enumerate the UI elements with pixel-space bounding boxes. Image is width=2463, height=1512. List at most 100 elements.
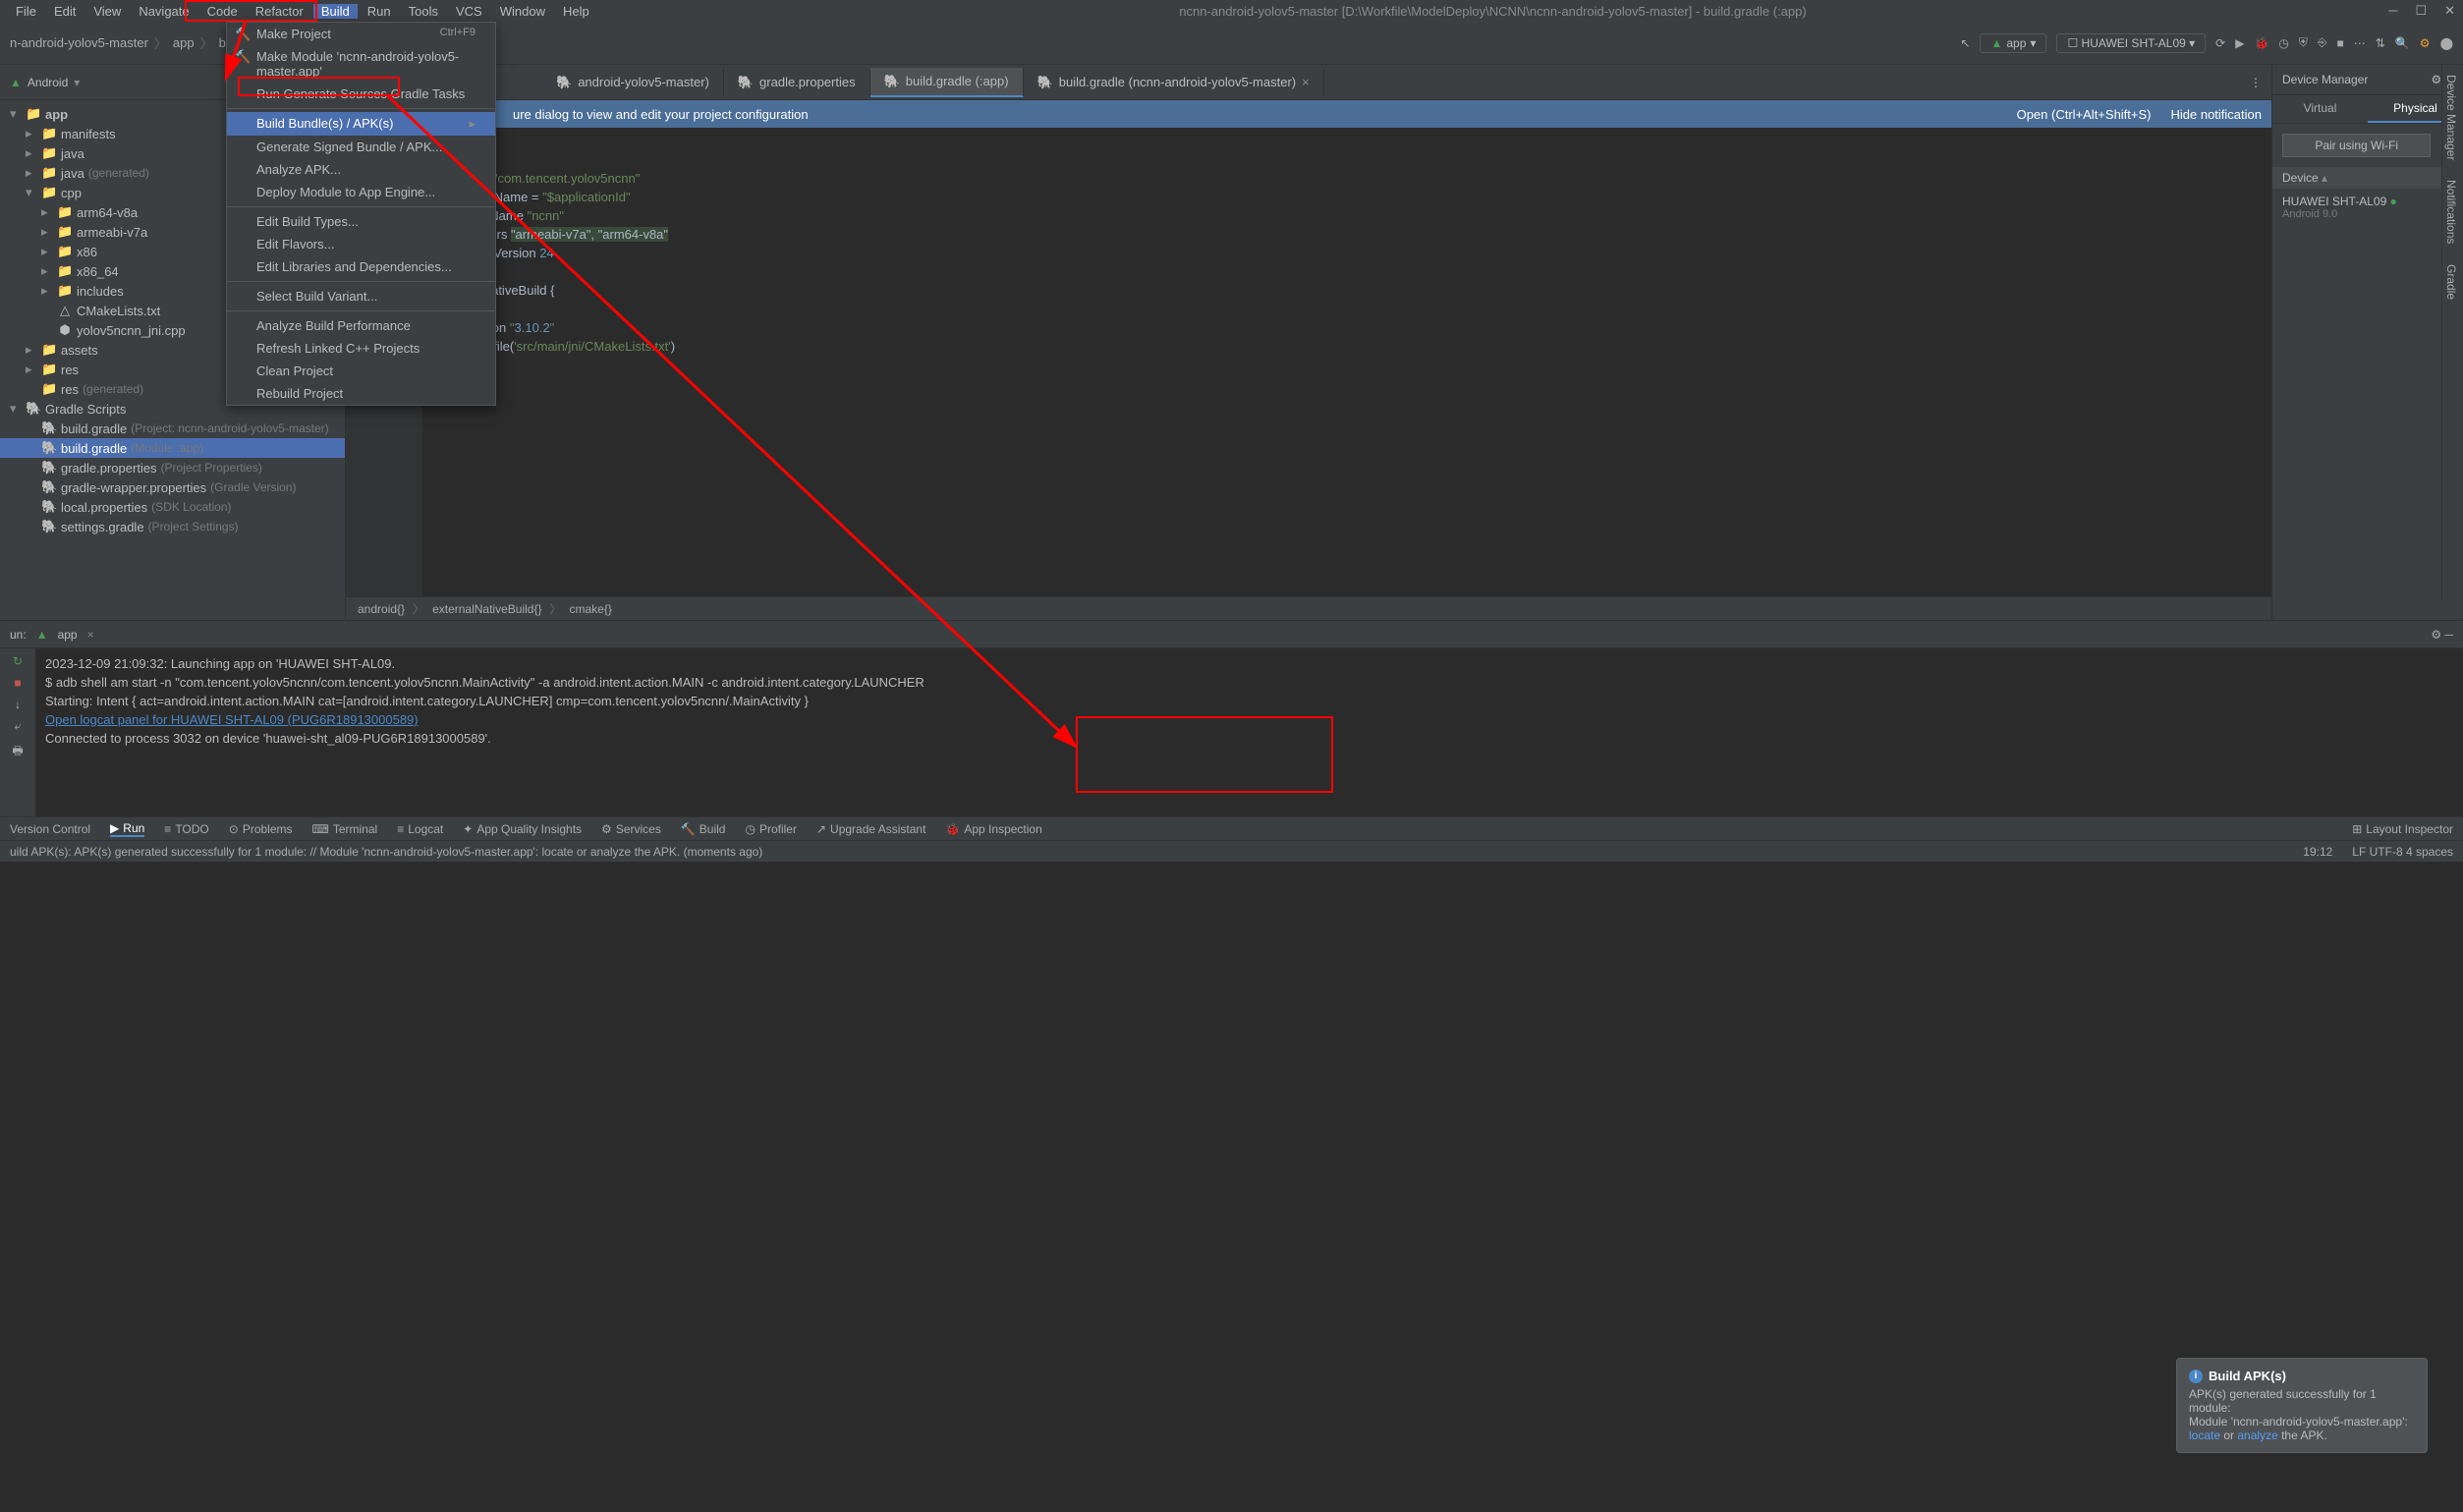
down-icon[interactable]: ↓ bbox=[15, 698, 21, 711]
rerun-icon[interactable]: ↻ bbox=[13, 654, 23, 668]
hide-notification-link[interactable]: Hide notification bbox=[2171, 107, 2263, 122]
build-notification: i Build APK(s) APK(s) generated successf… bbox=[2176, 1358, 2428, 1453]
tree-item[interactable]: 🐘build.gradle (Project: ncnn-android-yol… bbox=[0, 419, 345, 438]
tree-item[interactable]: 🐘local.properties (SDK Location) bbox=[0, 497, 345, 517]
build-menu-item[interactable]: Rebuild Project bbox=[227, 382, 495, 405]
console-output[interactable]: 2023-12-09 21:09:32: Launching app on 'H… bbox=[35, 648, 2463, 816]
vtab-gradle[interactable]: Gradle bbox=[2442, 254, 2460, 309]
sync-icon[interactable]: ⟳ bbox=[2215, 36, 2225, 50]
editor-tab[interactable]: 🐘build.gradle (:app) bbox=[870, 68, 1024, 97]
profile-icon[interactable]: ◷ bbox=[2278, 36, 2288, 50]
tab-virtual[interactable]: Virtual bbox=[2272, 95, 2368, 123]
build-menu-item[interactable]: Edit Flavors... bbox=[227, 233, 495, 255]
git-icon[interactable]: ⇅ bbox=[2376, 36, 2385, 50]
menu-vcs[interactable]: VCS bbox=[448, 4, 490, 19]
menu-window[interactable]: Window bbox=[492, 4, 553, 19]
tool-services[interactable]: ⚙Services bbox=[601, 822, 661, 836]
tool-app-inspection[interactable]: 🐞App Inspection bbox=[945, 822, 1041, 836]
run-tab-label[interactable]: app bbox=[58, 628, 78, 642]
code-editor[interactable]: 514151718192021222324 ~ersion 24 ~ig { ~… bbox=[346, 128, 2271, 596]
open-project-structure-link[interactable]: Open (Ctrl+Alt+Shift+S) bbox=[2017, 107, 2152, 122]
build-menu-item[interactable]: Edit Build Types... bbox=[227, 210, 495, 233]
build-menu-item[interactable]: Select Build Variant... bbox=[227, 285, 495, 308]
tool-problems[interactable]: ⊙Problems bbox=[229, 822, 293, 836]
menu-run[interactable]: Run bbox=[360, 4, 399, 19]
coverage-icon[interactable]: ⛨ bbox=[2299, 35, 2308, 50]
breadcrumb-item[interactable]: app bbox=[173, 35, 195, 50]
vtab-notifications[interactable]: Notifications bbox=[2442, 170, 2460, 253]
breadcrumb-item[interactable]: n-android-yolov5-master bbox=[10, 35, 148, 50]
code-breadcrumb-item[interactable]: android{} bbox=[358, 602, 405, 616]
search-icon[interactable]: 🔍 bbox=[2395, 36, 2410, 50]
build-menu-item[interactable]: Run Generate Sources Gradle Tasks bbox=[227, 83, 495, 105]
build-menu-item[interactable]: 🔨Make Module 'ncnn-android-yolov5-master… bbox=[227, 45, 495, 83]
analyze-link[interactable]: analyze bbox=[2237, 1428, 2277, 1442]
device-os: Android 9.0 bbox=[2282, 208, 2453, 220]
build-menu-item[interactable]: Edit Libraries and Dependencies... bbox=[227, 255, 495, 278]
locate-link[interactable]: locate bbox=[2189, 1428, 2220, 1442]
tool-app-quality-insights[interactable]: ✦App Quality Insights bbox=[463, 822, 582, 836]
wrap-icon[interactable]: ⤶ bbox=[15, 719, 22, 734]
build-menu-item[interactable]: Analyze APK... bbox=[227, 158, 495, 181]
code-breadcrumb-item[interactable]: externalNativeBuild{} bbox=[432, 602, 541, 616]
code-content[interactable]: ~ersion 24 ~ig { ~tionId "com.tencent.yo… bbox=[422, 128, 2271, 596]
build-menu-item[interactable]: Refresh Linked C++ Projects bbox=[227, 337, 495, 360]
menu-view[interactable]: View bbox=[85, 4, 129, 19]
tree-item[interactable]: 🐘build.gradle (Module :app) bbox=[0, 438, 345, 458]
settings-icon[interactable]: ⚙ bbox=[2420, 36, 2431, 50]
stop-icon[interactable]: ■ bbox=[2337, 36, 2344, 50]
editor-tab[interactable]: 🐘gradle.properties bbox=[724, 69, 870, 96]
menu-help[interactable]: Help bbox=[555, 4, 597, 19]
open-logcat-link[interactable]: Open logcat panel for HUAWEI SHT-AL09 (P… bbox=[45, 712, 419, 727]
build-menu-item[interactable]: Generate Signed Bundle / APK... bbox=[227, 136, 495, 158]
info-bar-text: ure dialog to view and edit your project… bbox=[513, 107, 809, 122]
more-icon[interactable]: ⋯ bbox=[2354, 36, 2366, 50]
vtab-device-manager[interactable]: Device Manager bbox=[2442, 65, 2460, 170]
build-menu-item[interactable]: Build Bundle(s) / APK(s)▸ bbox=[227, 112, 495, 136]
tool-build[interactable]: 🔨Build bbox=[681, 822, 726, 836]
debug-icon[interactable]: 🐞 bbox=[2254, 36, 2268, 50]
code-breadcrumb-item[interactable]: cmake{} bbox=[569, 602, 611, 616]
tool-logcat[interactable]: ≡Logcat bbox=[397, 822, 443, 836]
tool-terminal[interactable]: ⌨Terminal bbox=[312, 822, 378, 836]
menu-build[interactable]: Build bbox=[313, 4, 358, 19]
build-menu-item[interactable]: Analyze Build Performance bbox=[227, 314, 495, 337]
run-icon[interactable]: ▶ bbox=[2235, 36, 2244, 50]
menu-edit[interactable]: Edit bbox=[46, 4, 84, 19]
tool-layout-inspector[interactable]: ⊞Layout Inspector bbox=[2352, 822, 2453, 836]
build-menu-item[interactable]: 🔨Make ProjectCtrl+F9 bbox=[227, 23, 495, 45]
back-icon[interactable]: ↖ bbox=[1960, 36, 1970, 50]
build-menu-item[interactable]: Deploy Module to App Engine... bbox=[227, 181, 495, 203]
gear-icon[interactable]: ⚙ ─ bbox=[2431, 628, 2453, 642]
device-item[interactable]: HUAWEI SHT-AL09 ● Android 9.0 bbox=[2272, 189, 2463, 226]
editor-tab[interactable]: 🐘build.gradle (ncnn-android-yolov5-maste… bbox=[1024, 69, 1324, 96]
tool-version-control[interactable]: Version Control bbox=[10, 822, 90, 836]
tree-item[interactable]: 🐘settings.gradle (Project Settings) bbox=[0, 517, 345, 536]
title-bar: FileEditViewNavigateCodeRefactorBuildRun… bbox=[0, 0, 2463, 22]
editor-tab[interactable]: 🐘android-yolov5-master) bbox=[542, 69, 724, 96]
run-config-selector[interactable]: ▲ app ▾ bbox=[1980, 33, 2046, 53]
tree-item[interactable]: 🐘gradle-wrapper.properties (Gradle Versi… bbox=[0, 477, 345, 497]
menu-refactor[interactable]: Refactor bbox=[248, 4, 311, 19]
tool-upgrade-assistant[interactable]: ↗Upgrade Assistant bbox=[816, 822, 925, 836]
close-icon[interactable]: × bbox=[87, 628, 94, 642]
more-tabs-icon[interactable]: ⋮ bbox=[2240, 76, 2271, 89]
menu-tools[interactable]: Tools bbox=[401, 4, 446, 19]
pair-wifi-button[interactable]: Pair using Wi-Fi bbox=[2282, 134, 2431, 157]
tool-run[interactable]: ▶Run bbox=[110, 821, 144, 837]
print-icon[interactable]: 🖶 bbox=[12, 742, 23, 762]
device-selector[interactable]: ☐ HUAWEI SHT-AL09 ▾ bbox=[2056, 33, 2206, 53]
close-icon[interactable]: ✕ bbox=[2444, 3, 2455, 19]
tree-item[interactable]: 🐘gradle.properties (Project Properties) bbox=[0, 458, 345, 477]
menu-navigate[interactable]: Navigate bbox=[131, 4, 196, 19]
stop-icon[interactable]: ■ bbox=[14, 676, 21, 690]
tool-profiler[interactable]: ◷Profiler bbox=[745, 822, 797, 836]
help-icon[interactable]: ⬤ bbox=[2440, 36, 2453, 50]
menu-file[interactable]: File bbox=[8, 4, 44, 19]
attach-icon[interactable]: ⎆ bbox=[2318, 35, 2327, 50]
menu-code[interactable]: Code bbox=[199, 4, 246, 19]
tool-todo[interactable]: ≡TODO bbox=[164, 822, 208, 836]
maximize-icon[interactable]: ☐ bbox=[2415, 3, 2427, 19]
build-menu-item[interactable]: Clean Project bbox=[227, 360, 495, 382]
minimize-icon[interactable]: ─ bbox=[2388, 3, 2397, 19]
